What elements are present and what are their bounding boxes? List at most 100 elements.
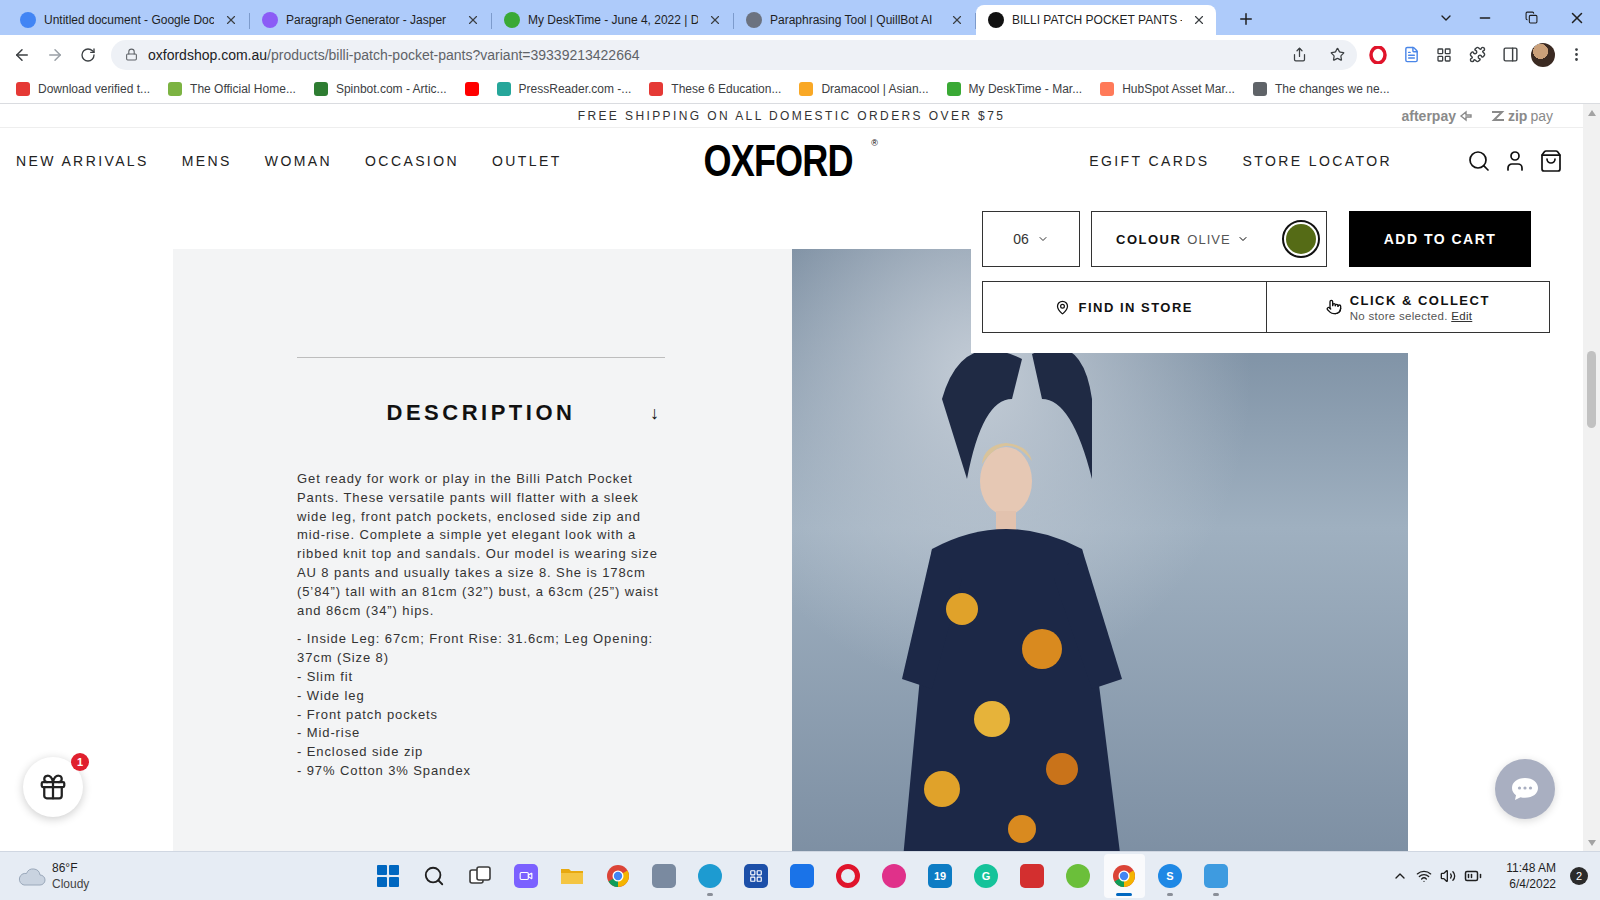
bookmark[interactable]: HubSpot Asset Mar... xyxy=(1100,82,1235,96)
puzzle-icon xyxy=(1469,46,1486,63)
taskbar-app[interactable]: S xyxy=(1150,854,1191,898)
extension-button[interactable] xyxy=(1362,39,1394,71)
nav-link[interactable]: MENS xyxy=(182,153,232,169)
reload-icon xyxy=(80,47,96,63)
bookmark[interactable]: These 6 Education... xyxy=(649,82,781,96)
taskbar-app[interactable]: 19 xyxy=(920,854,961,898)
find-in-store-button[interactable]: FIND IN STORE xyxy=(982,281,1267,333)
oxford-logo[interactable]: OXFORD® xyxy=(701,138,878,184)
nav-link[interactable]: EGIFT CARDS xyxy=(1089,153,1209,169)
taskbar-app[interactable] xyxy=(828,854,869,898)
bookmark[interactable]: Dramacool | Asian... xyxy=(799,82,928,96)
minimize-button[interactable] xyxy=(1462,0,1508,35)
reload-button[interactable] xyxy=(72,39,104,71)
extension-button[interactable] xyxy=(1395,39,1427,71)
battery-icon[interactable] xyxy=(1464,867,1482,885)
forward-button[interactable] xyxy=(39,39,71,71)
chat-button[interactable] xyxy=(1495,759,1555,819)
taskbar-app[interactable] xyxy=(644,854,685,898)
search-icon[interactable] xyxy=(1467,149,1491,173)
browser-tab[interactable]: My DeskTime - June 4, 2022 | De xyxy=(492,5,732,35)
edit-store-link[interactable]: Edit xyxy=(1451,310,1472,322)
taskbar-app[interactable] xyxy=(1104,854,1145,898)
browser-tab[interactable]: Paraphrasing Tool | QuillBot AI xyxy=(734,5,974,35)
taskbar-app[interactable] xyxy=(598,854,639,898)
side-panel-icon xyxy=(1502,46,1519,63)
share-button[interactable] xyxy=(1285,41,1313,69)
tab-close-button[interactable] xyxy=(1190,11,1208,29)
taskbar-app[interactable] xyxy=(368,854,409,898)
address-bar[interactable]: oxfordshop.com.au/products/billi-patch-p… xyxy=(111,40,1357,70)
description-header[interactable]: DESCRIPTION↓ xyxy=(297,400,665,426)
profile-button[interactable] xyxy=(1527,39,1559,71)
scroll-thumb[interactable] xyxy=(1587,351,1596,428)
taskbar-app[interactable] xyxy=(1058,854,1099,898)
running-indicator xyxy=(1213,893,1219,896)
bookmark[interactable]: Download verified t... xyxy=(16,82,150,96)
tab-close-button[interactable] xyxy=(464,11,482,29)
menu-button[interactable] xyxy=(1560,39,1592,71)
taskbar-app[interactable] xyxy=(1012,854,1053,898)
taskbar-app[interactable] xyxy=(552,854,593,898)
bookmark-star-button[interactable] xyxy=(1323,41,1351,69)
gift-button[interactable]: 1 xyxy=(23,757,83,817)
bookmark[interactable]: The Official Home... xyxy=(168,82,296,96)
nav-link[interactable]: NEW ARRIVALS xyxy=(16,153,149,169)
tab-close-button[interactable] xyxy=(948,11,966,29)
page-scrollbar[interactable] xyxy=(1583,104,1600,851)
tab-search-button[interactable] xyxy=(1430,0,1462,35)
bookmark[interactable]: PressReader.com -... xyxy=(497,82,632,96)
volume-icon[interactable] xyxy=(1440,868,1456,884)
weather-widget[interactable]: 86°FCloudy xyxy=(16,860,89,892)
triangle-down-icon xyxy=(1588,840,1596,846)
spec-item: - Slim fit xyxy=(297,668,665,687)
clock-time: 11:48 AM xyxy=(1506,860,1556,876)
taskbar-app[interactable] xyxy=(690,854,731,898)
close-window-button[interactable] xyxy=(1554,0,1600,35)
nav-link[interactable]: WOMAN xyxy=(265,153,332,169)
wifi-icon[interactable] xyxy=(1416,868,1432,884)
account-icon[interactable] xyxy=(1503,149,1527,173)
browser-tab[interactable]: BILLI PATCH POCKET PANTS – Ox xyxy=(976,5,1216,35)
bookmark[interactable]: The changes we ne... xyxy=(1253,82,1390,96)
extension-button[interactable] xyxy=(1428,39,1460,71)
taskbar-app[interactable] xyxy=(736,854,777,898)
click-collect-button[interactable]: CLICK & COLLECTNo store selected. Edit xyxy=(1267,281,1551,333)
bag-icon[interactable] xyxy=(1539,149,1563,173)
chat-app-icon xyxy=(514,864,538,888)
tab-close-button[interactable] xyxy=(706,11,724,29)
clock[interactable]: 11:48 AM6/4/2022 xyxy=(1506,860,1556,892)
taskbar-app[interactable] xyxy=(414,854,455,898)
bookmark[interactable] xyxy=(465,82,479,96)
bookmark[interactable]: Spinbot.com - Artic... xyxy=(314,82,447,96)
restore-button[interactable] xyxy=(1508,0,1554,35)
taskbar-app[interactable] xyxy=(1196,854,1237,898)
taskbar-app[interactable] xyxy=(874,854,915,898)
taskbar-app[interactable] xyxy=(782,854,823,898)
scroll-down-button[interactable] xyxy=(1583,834,1600,851)
bookmark[interactable]: My DeskTime - Mar... xyxy=(947,82,1083,96)
notification-badge[interactable]: 2 xyxy=(1570,867,1588,885)
tab-close-button[interactable] xyxy=(222,11,240,29)
side-panel-button[interactable] xyxy=(1494,39,1526,71)
size-select[interactable]: 06 xyxy=(982,211,1080,267)
taskbar-app[interactable]: G xyxy=(966,854,1007,898)
chevron-up-icon[interactable] xyxy=(1392,868,1408,884)
nav-link[interactable]: OUTLET xyxy=(492,153,562,169)
colour-select[interactable]: COLOUROLIVE xyxy=(1091,211,1327,267)
description-toggle[interactable]: ↓ xyxy=(650,403,665,424)
close-icon xyxy=(466,13,480,27)
nav-link[interactable]: STORE LOCATOR xyxy=(1243,153,1392,169)
nav-link[interactable]: OCCASION xyxy=(365,153,459,169)
afterpay-logo: afterpay xyxy=(1402,108,1473,124)
colour-swatch[interactable] xyxy=(1282,220,1320,258)
extensions-button[interactable] xyxy=(1461,39,1493,71)
new-tab-button[interactable] xyxy=(1232,5,1260,33)
browser-tab[interactable]: Paragraph Generator - Jasper xyxy=(250,5,490,35)
back-button[interactable] xyxy=(6,39,38,71)
add-to-cart-button[interactable]: ADD TO CART xyxy=(1349,211,1531,267)
browser-tab[interactable]: Untitled document - Google Doc xyxy=(8,5,248,35)
taskbar-app[interactable] xyxy=(460,854,501,898)
scroll-up-button[interactable] xyxy=(1583,104,1600,121)
taskbar-app[interactable] xyxy=(506,854,547,898)
